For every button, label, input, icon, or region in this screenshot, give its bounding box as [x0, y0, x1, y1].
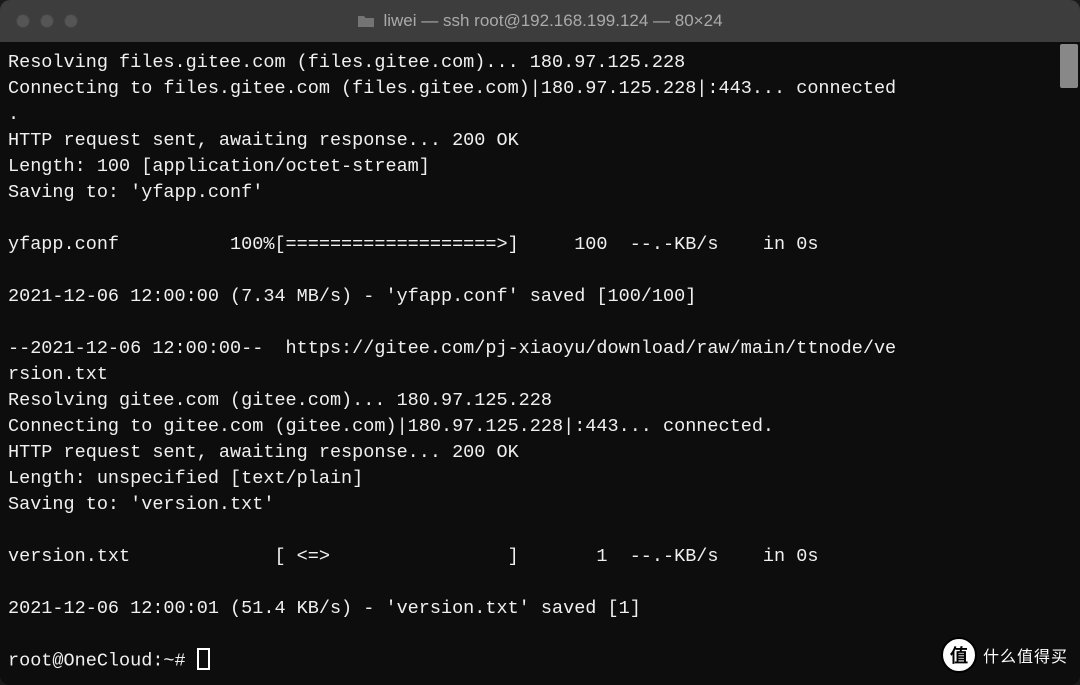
- window-title: liwei — ssh root@192.168.199.124 — 80×24: [0, 11, 1080, 31]
- terminal-window: liwei — ssh root@192.168.199.124 — 80×24…: [0, 0, 1080, 685]
- scrollbar-thumb[interactable]: [1060, 44, 1078, 88]
- terminal-output[interactable]: Resolving files.gitee.com (files.gitee.c…: [0, 42, 1080, 685]
- watermark: 值 什么值得买: [941, 637, 1068, 673]
- shell-prompt: root@OneCloud:~#: [8, 650, 197, 671]
- maximize-button[interactable]: [64, 14, 78, 28]
- watermark-text: 什么值得买: [983, 643, 1068, 667]
- minimize-button[interactable]: [40, 14, 54, 28]
- traffic-lights: [16, 14, 78, 28]
- cursor: [197, 648, 210, 670]
- terminal-lines: Resolving files.gitee.com (files.gitee.c…: [8, 52, 896, 619]
- folder-icon: [357, 14, 375, 28]
- close-button[interactable]: [16, 14, 30, 28]
- window-title-text: liwei — ssh root@192.168.199.124 — 80×24: [383, 11, 722, 31]
- titlebar[interactable]: liwei — ssh root@192.168.199.124 — 80×24: [0, 0, 1080, 42]
- watermark-badge: 值: [941, 637, 977, 673]
